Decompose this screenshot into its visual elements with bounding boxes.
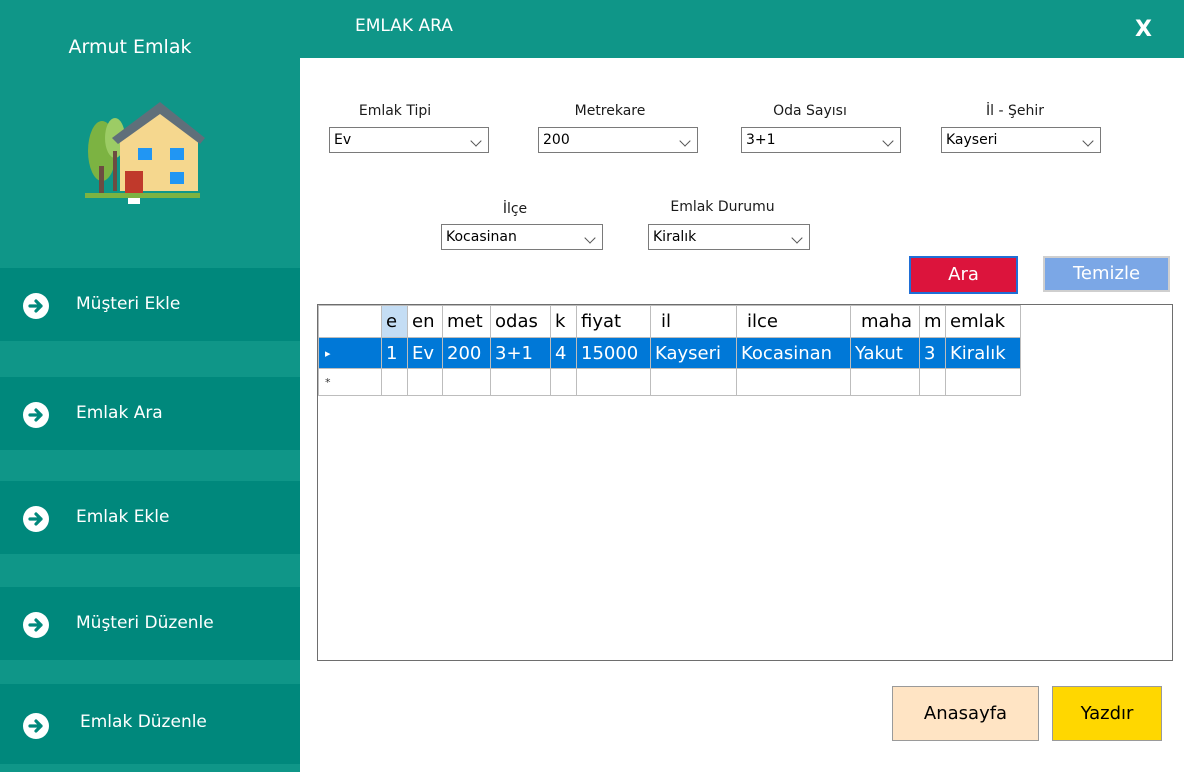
table-cell[interactable] [736,368,851,396]
metrekare-label: Metrekare [574,103,646,119]
table-cell[interactable] [650,368,737,396]
arrow-right-circle-icon [23,293,49,319]
ilce-label: İlçe [502,201,528,217]
table-cell[interactable] [945,368,1021,396]
arrow-right-circle-icon [23,713,49,739]
column-header[interactable]: k [550,305,577,338]
table-cell[interactable] [919,368,946,396]
column-header[interactable]: en [407,305,443,338]
table-cell[interactable] [550,368,577,396]
table-cell[interactable] [442,368,491,396]
results-grid[interactable]: e en met odas k fiyat il ilce maha m eml… [317,304,1173,661]
arrow-right-circle-icon [23,402,49,428]
chevron-down-icon [882,135,894,147]
table-cell[interactable]: Kiralık [945,337,1021,369]
table-cell[interactable]: 4 [550,337,577,369]
table-cell[interactable]: Ev [407,337,443,369]
sidebar-item-label: Emlak Ara [76,403,163,423]
ilce-value: Kocasinan [446,229,517,245]
table-cell[interactable]: 1 [381,337,408,369]
row-header-corner [318,305,382,338]
chevron-down-icon [470,135,482,147]
sidebar-item-label: Emlak Ekle [76,507,170,527]
close-icon[interactable]: X [1135,17,1152,42]
new-row[interactable]: * [318,368,1021,396]
il-label: İl - Şehir [986,103,1044,119]
sidebar-item-musteri-ekle[interactable]: Müşteri Ekle [0,268,300,341]
oda-sayisi-label: Oda Sayısı [773,103,847,119]
ara-button[interactable]: Ara [909,256,1018,294]
emlak-tipi-label: Emlak Tipi [358,103,432,119]
oda-sayisi-select[interactable]: 3+1 [741,127,901,153]
chevron-down-icon [1082,135,1094,147]
column-header[interactable]: met [442,305,491,338]
yazdir-button[interactable]: Yazdır [1052,686,1162,741]
oda-sayisi-value: 3+1 [746,132,776,148]
column-header[interactable]: odas [490,305,551,338]
il-select[interactable]: Kayseri [941,127,1101,153]
sidebar-item-emlak-duzenle[interactable]: Emlak Düzenle [0,684,300,764]
header-row: e en met odas k fiyat il ilce maha m eml… [318,305,1021,338]
column-header[interactable]: m [919,305,946,338]
column-header[interactable]: e [381,305,408,338]
column-header[interactable]: emlak [945,305,1021,338]
table-cell[interactable] [850,368,920,396]
chevron-down-icon [791,232,803,244]
table-cell[interactable]: 15000 [576,337,651,369]
sidebar-item-label: Emlak Düzenle [80,712,207,732]
table-cell[interactable]: Yakut [850,337,920,369]
emlak-durumu-value: Kiralık [653,229,697,245]
ilce-select[interactable]: Kocasinan [441,224,603,250]
emlak-durumu-label: Emlak Durumu [670,199,775,215]
anasayfa-button[interactable]: Anasayfa [892,686,1039,741]
table-cell[interactable] [381,368,408,396]
column-header[interactable]: ilce [736,305,851,338]
chevron-down-icon [584,232,596,244]
emlak-tipi-value: Ev [334,132,352,148]
house-icon [85,102,205,204]
emlak-tipi-select[interactable]: Ev [329,127,489,153]
arrow-right-circle-icon [23,506,49,532]
sidebar: Armut Emlak Müşteri Ekle Emlak Ara Emlak… [0,0,300,772]
metrekare-select[interactable]: 200 [538,127,698,153]
column-header[interactable]: il [650,305,737,338]
table-cell[interactable]: 200 [442,337,491,369]
new-row-marker: * [318,368,382,396]
header-bar: EMLAK ARA X [300,0,1184,58]
arrow-right-circle-icon [23,612,49,638]
table-cell[interactable] [407,368,443,396]
emlak-durumu-select[interactable]: Kiralık [648,224,810,250]
table-cell[interactable] [490,368,551,396]
il-value: Kayseri [946,132,998,148]
column-header[interactable]: maha [850,305,920,338]
temizle-button[interactable]: Temizle [1043,256,1170,292]
results-table: e en met odas k fiyat il ilce maha m eml… [318,305,1021,396]
sidebar-item-musteri-duzenle[interactable]: Müşteri Düzenle [0,587,300,660]
page-title: EMLAK ARA [355,16,453,36]
sidebar-item-label: Müşteri Ekle [76,294,181,314]
table-cell[interactable]: Kayseri [650,337,737,369]
chevron-down-icon [679,135,691,147]
metrekare-value: 200 [543,132,570,148]
sidebar-item-label: Müşteri Düzenle [76,613,214,633]
table-cell[interactable]: Kocasinan [736,337,851,369]
table-cell[interactable] [576,368,651,396]
column-header[interactable]: fiyat [576,305,651,338]
table-row[interactable]: ▸ 1 Ev 200 3+1 4 15000 Kayseri Kocasinan… [318,337,1021,369]
sidebar-item-emlak-ekle[interactable]: Emlak Ekle [0,481,300,554]
sidebar-item-emlak-ara[interactable]: Emlak Ara [0,377,300,450]
selected-row-marker: ▸ [318,337,382,369]
table-cell[interactable]: 3+1 [490,337,551,369]
table-cell[interactable]: 3 [919,337,946,369]
brand-name: Armut Emlak [68,36,192,58]
